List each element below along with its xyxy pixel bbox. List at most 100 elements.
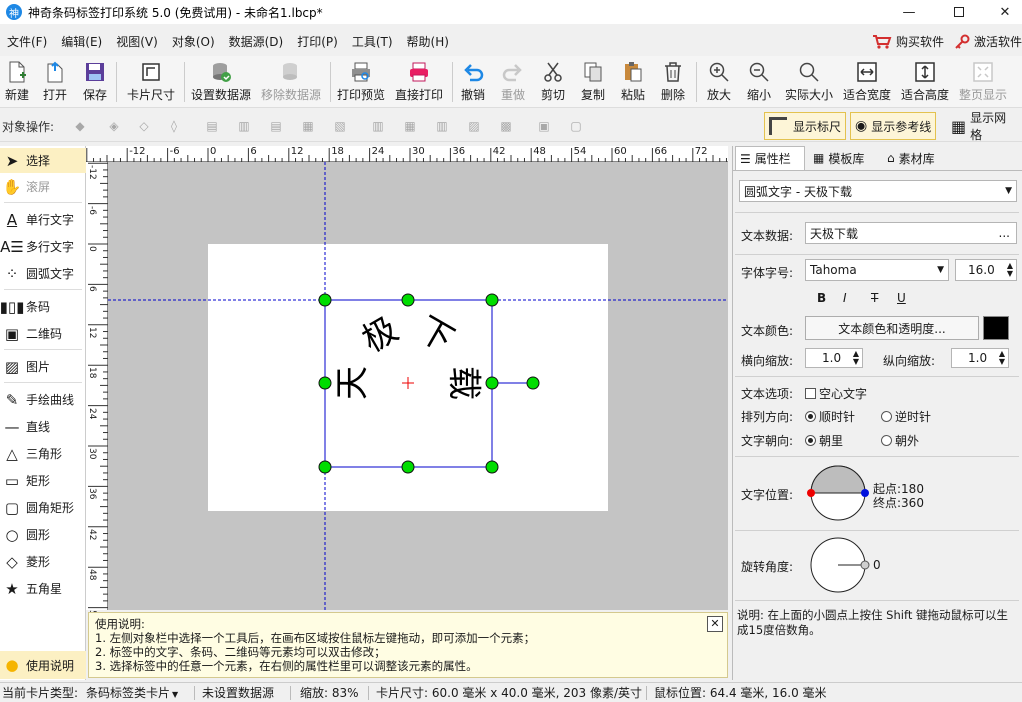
minimize-button[interactable]: — [886,0,932,24]
align-bottom-icon[interactable]: ▥ [432,116,452,136]
tool-arc-text[interactable]: ⁘ 圆弧文字 [0,261,86,286]
tool-round-rect[interactable]: ▢ 圆角矩形 [0,495,86,520]
set-datasource-button[interactable]: 设置数据源 [190,58,252,106]
tool-select[interactable]: ➤ 选择 [0,148,86,173]
menu-help[interactable]: 帮助(H) [400,30,456,54]
object-select[interactable]: 圆弧文字 - 天极下载 ▼ [739,180,1017,202]
inward-radio[interactable]: 朝里 [805,432,843,449]
tab-materials[interactable]: ⌂ 素材库 [883,146,953,170]
help-close-button[interactable]: ✕ [707,616,723,632]
text-color-swatch[interactable] [983,316,1009,340]
close-window-button[interactable]: ✕ [982,0,1022,24]
menu-edit[interactable]: 编辑(E) [54,30,109,54]
underline-button[interactable]: U [897,291,906,305]
card-size-button[interactable]: 卡片尺寸 [124,58,178,106]
align-middle-icon[interactable]: ▦ [400,116,420,136]
menu-datasource[interactable]: 数据源(D) [222,30,291,54]
tool-star[interactable]: ★ 五角星 [0,576,86,601]
align-center-icon[interactable]: ▥ [234,116,254,136]
align-right-icon[interactable]: ▤ [266,116,286,136]
text-data-input[interactable]: 天极下载 ... [805,222,1017,244]
same-height-icon[interactable]: ▩ [496,116,516,136]
zoom-out-button[interactable]: 缩小 [746,58,772,106]
save-button[interactable]: 保存 [82,58,108,106]
vscale-stepper[interactable]: 1.0 ▲ ▼ [951,348,1009,368]
tool-line[interactable]: — 直线 [0,414,86,439]
cut-button[interactable]: 剪切 [540,58,566,106]
full-page-button[interactable]: 整页显示 [958,58,1008,106]
tool-triangle[interactable]: △ 三角形 [0,441,86,466]
rotation-dial[interactable] [809,536,873,596]
print-preview-button[interactable]: 打印预览 [336,58,386,106]
copy-button[interactable]: 复制 [580,58,606,106]
activate-software-link[interactable]: 激活软件 [954,30,1022,54]
card-type-dropdown[interactable]: 条码标签类卡片 ▼ [86,683,178,702]
buy-software-link[interactable]: 购买软件 [872,30,944,54]
font-size-stepper[interactable]: 16.0 ▲ ▼ [955,259,1017,281]
resize-handle[interactable] [401,293,415,307]
zoom-in-button[interactable]: 放大 [706,58,732,106]
show-grid-toggle[interactable]: ▦ 显示网格 [946,111,1022,142]
tool-qrcode[interactable]: ▣ 二维码 [0,321,86,346]
paste-button[interactable]: 粘贴 [620,58,646,106]
bring-forward-icon[interactable]: ◈ [104,116,124,136]
hollow-text-checkbox[interactable]: 空心文字 [805,385,867,402]
resize-handle[interactable] [318,376,332,390]
tool-diamond[interactable]: ◇ 菱形 [0,549,86,574]
tool-multi-text[interactable]: A☰ 多行文字 [0,234,86,259]
fit-width-button[interactable]: 适合宽度 [842,58,892,106]
design-canvas[interactable]: 天极下载 [108,162,728,610]
open-button[interactable]: 打开 [42,58,68,106]
distribute-h-icon[interactable]: ▦ [298,116,318,136]
same-width-icon[interactable]: ▧ [330,116,350,136]
show-ruler-toggle[interactable]: 显示标尺 [764,112,847,140]
help-toggle[interactable]: ● 使用说明 [0,651,86,679]
direct-print-button[interactable]: 直接打印 [394,58,444,106]
distribute-v-icon[interactable]: ▨ [464,116,484,136]
tool-barcode[interactable]: ▮▯▮ 条码 [0,294,86,319]
resize-handle[interactable] [485,293,499,307]
tool-scroll[interactable]: ✋ 滚屏 [0,174,86,199]
new-button[interactable]: 新建 [4,58,30,106]
text-data-more-button[interactable]: ... [999,226,1010,240]
end-point-handle[interactable] [861,489,869,497]
hscale-stepper[interactable]: 1.0 ▲ ▼ [805,348,863,368]
menu-object[interactable]: 对象(O) [165,30,222,54]
tool-circle[interactable]: ○ 圆形 [0,522,86,547]
send-backward-icon[interactable]: ◇ [134,116,154,136]
font-family-select[interactable]: Tahoma ▼ [805,259,949,281]
menu-tools[interactable]: 工具(T) [345,30,400,54]
undo-button[interactable]: 撤销 [460,58,486,106]
show-guides-toggle[interactable]: ◉ 显示参考线 [850,112,937,140]
fit-height-button[interactable]: 适合高度 [900,58,950,106]
send-back-icon[interactable]: ◊ [164,116,184,136]
align-top-icon[interactable]: ▥ [368,116,388,136]
tab-properties[interactable]: ☰ 属性栏 [735,146,805,170]
resize-handle[interactable] [485,376,499,390]
tool-single-text[interactable]: A 单行文字 [0,207,86,232]
group-icon[interactable]: ▣ [534,116,554,136]
menu-file[interactable]: 文件(F) [0,30,54,54]
bold-button[interactable]: B [817,291,826,305]
align-left-icon[interactable]: ▤ [202,116,222,136]
actual-size-button[interactable]: 实际大小 [784,58,834,106]
resize-handle[interactable] [401,460,415,474]
maximize-button[interactable] [936,0,982,24]
tool-image[interactable]: ▨ 图片 [0,354,86,379]
bring-front-icon[interactable]: ◆ [70,116,90,136]
redo-button[interactable]: 重做 [500,58,526,106]
arc-position-dial[interactable] [807,464,871,524]
tab-templates[interactable]: ▦ 模板库 [809,146,879,170]
strike-button[interactable]: T [871,291,878,305]
italic-button[interactable]: I [843,291,847,305]
resize-handle[interactable] [526,376,540,390]
menu-print[interactable]: 打印(P) [290,30,345,54]
resize-handle[interactable] [318,460,332,474]
tool-rect[interactable]: ▭ 矩形 [0,468,86,493]
counterclockwise-radio[interactable]: 逆时针 [881,408,931,425]
clockwise-radio[interactable]: 顺时针 [805,408,855,425]
ungroup-icon[interactable]: ▢ [566,116,586,136]
text-color-button[interactable]: 文本颜色和透明度... [805,316,979,340]
tool-freehand[interactable]: ✎ 手绘曲线 [0,387,86,412]
resize-handle[interactable] [485,460,499,474]
